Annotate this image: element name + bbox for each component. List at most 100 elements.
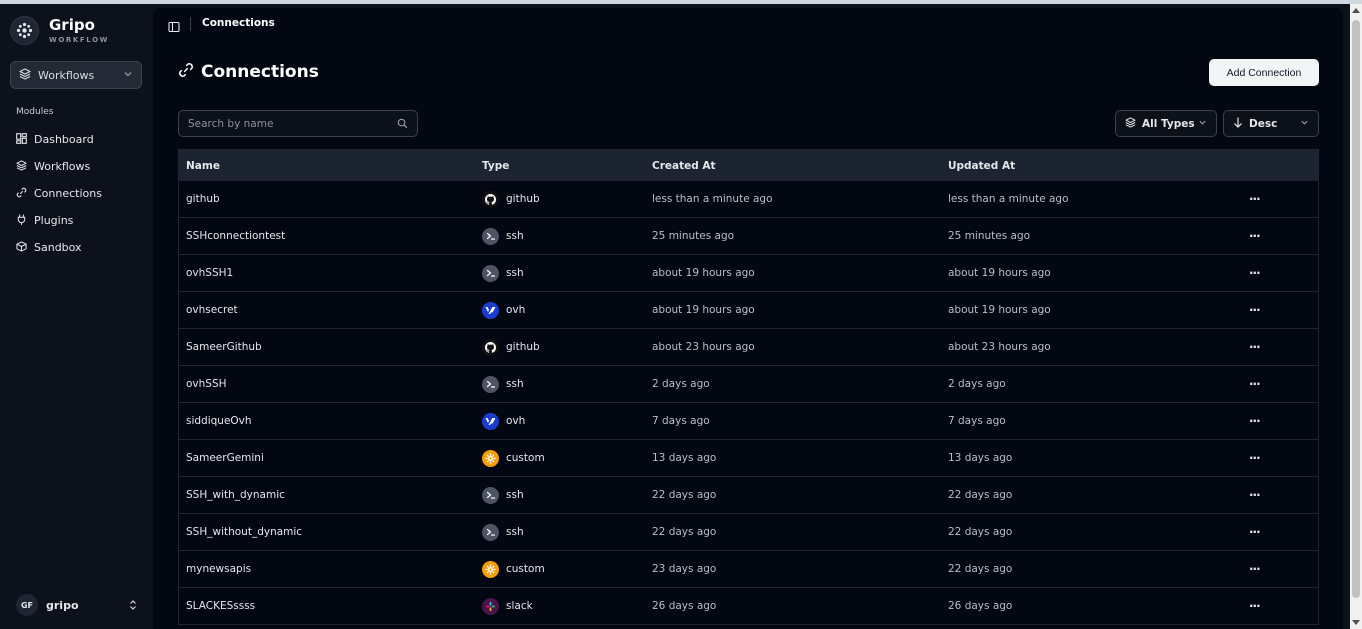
row-actions-cell: ··· <box>1237 340 1318 354</box>
connection-type-label: ssh <box>506 230 524 242</box>
scroll-up-arrow-icon[interactable] <box>1352 8 1360 13</box>
sidebar-item-connections[interactable]: Connections <box>16 180 102 207</box>
terminal-icon <box>482 375 499 393</box>
ovh-icon <box>482 301 499 319</box>
connection-type: slack <box>475 597 645 615</box>
table-row[interactable]: github github less than a minute ago less t… <box>179 181 1318 218</box>
connection-name[interactable]: SameerGemini <box>179 452 475 464</box>
more-options-icon[interactable]: ··· <box>1249 192 1261 206</box>
more-options-icon[interactable]: ··· <box>1249 377 1261 391</box>
updated-at: 22 days ago <box>948 489 1013 501</box>
scrollbar-thumb[interactable] <box>1352 20 1360 598</box>
workspace-select[interactable]: Workflows <box>10 61 142 89</box>
chevron-down-icon <box>123 69 133 82</box>
more-options-icon[interactable]: ··· <box>1249 414 1261 428</box>
search-field <box>178 110 418 137</box>
more-options-icon[interactable]: ··· <box>1249 562 1261 576</box>
updated-at: 7 days ago <box>948 415 1006 427</box>
more-options-icon[interactable]: ··· <box>1249 599 1261 613</box>
updated-at: 13 days ago <box>948 452 1013 464</box>
column-header-updated-at[interactable]: Updated At <box>941 160 1237 172</box>
more-options-icon[interactable]: ··· <box>1249 525 1261 539</box>
sidebar-item-workflows[interactable]: Workflows <box>16 153 102 180</box>
sidebar-item-sandbox[interactable]: Sandbox <box>16 234 102 261</box>
connection-name[interactable]: SSHconnectiontest <box>179 230 475 242</box>
user-menu[interactable]: GF gripo <box>16 594 138 616</box>
page-scrollbar[interactable] <box>1350 4 1362 629</box>
table-body: github github less than a minute ago less t… <box>179 181 1318 625</box>
avatar: GF <box>16 594 38 616</box>
connection-name[interactable]: ovhsecret <box>179 304 475 316</box>
brand-logo[interactable]: Gripo WORKFLOW <box>10 16 109 45</box>
table-row[interactable]: SLACKESssss slack 26 days ago 26 days ago ··… <box>179 588 1318 625</box>
more-options-icon[interactable]: ··· <box>1249 451 1261 465</box>
sidebar-item-dashboard[interactable]: Dashboard <box>16 126 102 153</box>
connection-name[interactable]: ovhSSH <box>179 378 475 390</box>
connection-name[interactable]: github <box>179 193 475 205</box>
more-options-icon[interactable]: ··· <box>1249 303 1261 317</box>
sidebar-item-label: Sandbox <box>34 241 82 254</box>
row-actions-cell: ··· <box>1237 599 1318 613</box>
layers-icon <box>1125 116 1136 131</box>
updated-at: 25 minutes ago <box>948 230 1031 242</box>
type-filter-dropdown[interactable]: All Types <box>1115 110 1217 137</box>
github-icon <box>482 338 499 356</box>
created-at: 2 days ago <box>652 378 710 390</box>
connection-type-label: ssh <box>506 378 524 390</box>
row-actions-cell: ··· <box>1237 192 1318 206</box>
created-at: 7 days ago <box>652 415 710 427</box>
row-actions-cell: ··· <box>1237 377 1318 391</box>
connection-type: ssh <box>475 264 645 282</box>
updated-at: about 19 hours ago <box>948 304 1051 316</box>
scroll-down-arrow-icon[interactable] <box>1352 620 1360 625</box>
connection-name[interactable]: SSH_with_dynamic <box>179 489 475 501</box>
slack-icon <box>482 597 499 615</box>
gear-icon <box>482 560 499 578</box>
connection-type: ssh <box>475 375 645 393</box>
column-header-type[interactable]: Type <box>475 160 645 172</box>
layers-icon <box>19 67 31 83</box>
sidebar-item-label: Plugins <box>34 214 74 227</box>
plug-icon <box>16 213 27 228</box>
table-row[interactable]: ovhsecret ovh about 19 hours ago about 19 h… <box>179 292 1318 329</box>
more-options-icon[interactable]: ··· <box>1249 488 1261 502</box>
chevrons-up-down-icon <box>128 596 138 615</box>
connection-name[interactable]: SSH_without_dynamic <box>179 526 475 538</box>
search-input[interactable] <box>188 117 397 130</box>
updated-at: less than a minute ago <box>948 193 1069 205</box>
table-row[interactable]: SSH_with_dynamic ssh 22 days ago 22 days ag… <box>179 477 1318 514</box>
column-header-created-at[interactable]: Created At <box>645 160 941 172</box>
connection-name[interactable]: ovhSSH1 <box>179 267 475 279</box>
sort-order-dropdown[interactable]: Desc <box>1223 110 1319 137</box>
table-row[interactable]: SameerGithub github about 23 hours ago abou… <box>179 329 1318 366</box>
table-row[interactable]: mynewsapis custom 23 days ago 22 days ago ··… <box>179 551 1318 588</box>
connection-name[interactable]: mynewsapis <box>179 563 475 575</box>
connection-name[interactable]: SLACKESssss <box>179 600 475 612</box>
connection-type: custom <box>475 560 645 578</box>
more-options-icon[interactable]: ··· <box>1249 340 1261 354</box>
table-row[interactable]: SameerGemini custom 13 days ago 13 days ago… <box>179 440 1318 477</box>
connection-name[interactable]: siddiqueOvh <box>179 415 475 427</box>
connection-type-label: ssh <box>506 526 524 538</box>
modules-section-title: Modules <box>16 107 54 117</box>
connection-type: github <box>475 190 645 208</box>
brand-name: Gripo <box>49 16 95 34</box>
connection-name[interactable]: SameerGithub <box>179 341 475 353</box>
more-options-icon[interactable]: ··· <box>1249 266 1261 280</box>
sidebar-item-plugins[interactable]: Plugins <box>16 207 102 234</box>
table-row[interactable]: siddiqueOvh ovh 7 days ago 7 days ago ··· <box>179 403 1318 440</box>
table-row[interactable]: SSHconnectiontest ssh 25 minutes ago 25 min… <box>179 218 1318 255</box>
table-row[interactable]: ovhSSH1 ssh about 19 hours ago about 19 hou… <box>179 255 1318 292</box>
column-header-name[interactable]: Name <box>179 160 475 172</box>
layers-icon <box>16 159 27 174</box>
connection-type-label: ssh <box>506 489 524 501</box>
more-options-icon[interactable]: ··· <box>1249 229 1261 243</box>
table-row[interactable]: ovhSSH ssh 2 days ago 2 days ago ··· <box>179 366 1318 403</box>
add-connection-button[interactable]: Add Connection <box>1209 59 1319 86</box>
top-bar: Connections <box>153 8 1343 40</box>
user-name: gripo <box>46 598 79 612</box>
table-row[interactable]: SSH_without_dynamic ssh 22 days ago 22 days… <box>179 514 1318 551</box>
connection-type-label: slack <box>506 600 533 612</box>
main-panel: Connections Connections Add Connection A… <box>153 8 1343 629</box>
sidebar-toggle-icon[interactable] <box>168 18 180 37</box>
